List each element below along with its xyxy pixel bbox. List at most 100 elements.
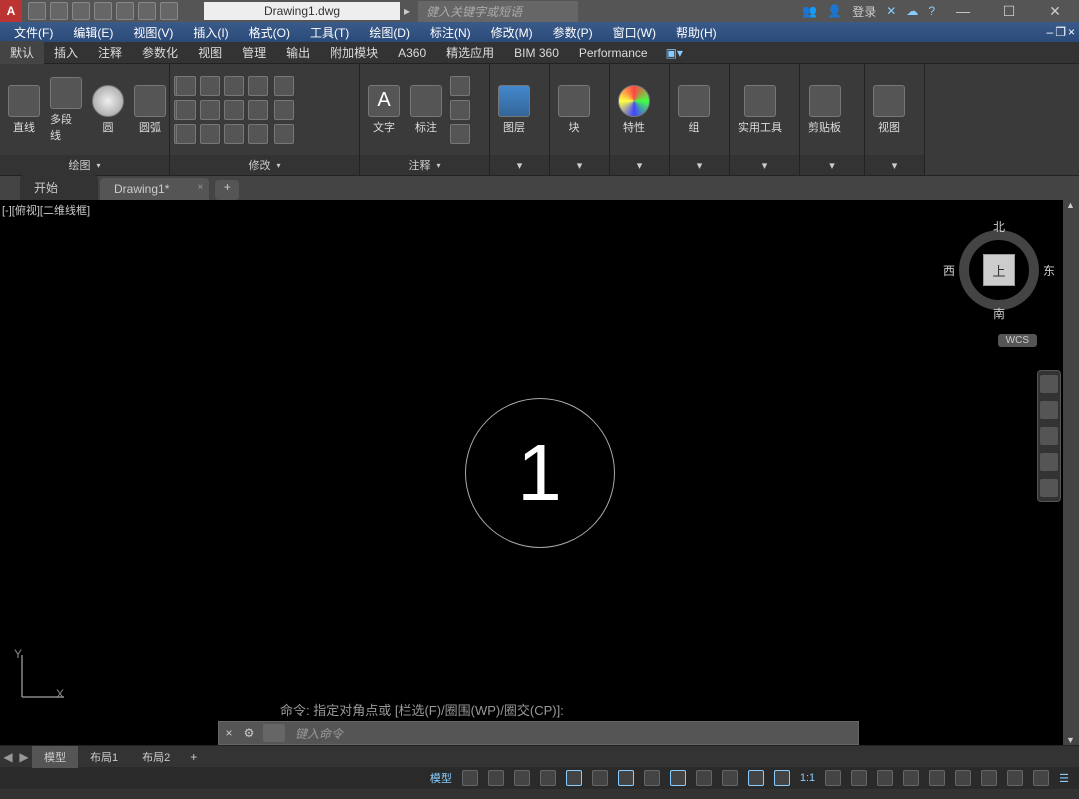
fillet-icon[interactable] — [224, 100, 244, 120]
cmd-handle-icon[interactable]: ⚙ — [239, 726, 259, 740]
group-button[interactable]: 组 — [676, 83, 712, 137]
annoscale-icon[interactable] — [825, 770, 841, 786]
stretch-icon[interactable] — [176, 124, 196, 144]
tpy-icon[interactable] — [722, 770, 738, 786]
modify-small-icon[interactable] — [274, 76, 294, 96]
viewcube-top[interactable]: 上 — [983, 254, 1015, 286]
annot-small-icon[interactable] — [450, 76, 470, 96]
panel-props-title[interactable]: ▾ — [610, 155, 669, 175]
rtab-annotate[interactable]: 注释 — [88, 41, 132, 64]
doc-minimize-icon[interactable]: – — [1047, 25, 1054, 39]
showmotion-icon[interactable] — [1040, 479, 1058, 497]
layer-button[interactable]: 图层 — [496, 83, 532, 137]
orbit-icon[interactable] — [1040, 453, 1058, 471]
steering-wheel-icon[interactable] — [1040, 375, 1058, 393]
saveas-icon[interactable] — [94, 2, 112, 20]
user-icon[interactable]: 👤 — [827, 4, 842, 18]
line-button[interactable]: 直线 — [6, 83, 42, 137]
panel-view-title[interactable]: ▾ — [865, 155, 924, 175]
rtab-insert[interactable]: 插入 — [44, 41, 88, 64]
menu-parametric[interactable]: 参数(P) — [543, 24, 603, 41]
maximize-button[interactable]: ☐ — [991, 0, 1027, 22]
rtab-featured[interactable]: 精选应用 — [436, 41, 504, 64]
search-icon[interactable]: 👥 — [802, 4, 817, 18]
rtab-a360[interactable]: A360 — [388, 43, 436, 63]
menu-insert[interactable]: 插入(I) — [183, 24, 238, 41]
snap-icon[interactable] — [488, 770, 504, 786]
hardware-icon[interactable] — [1007, 770, 1023, 786]
rtab-bim360[interactable]: BIM 360 — [504, 43, 569, 63]
menu-edit[interactable]: 编辑(E) — [63, 24, 123, 41]
arc-button[interactable]: 圆弧 — [132, 83, 168, 137]
ortho-icon[interactable] — [514, 770, 530, 786]
ribbon-collapse-icon[interactable]: ▣▾ — [666, 46, 683, 60]
rtab-addins[interactable]: 附加模块 — [320, 41, 388, 64]
view-button[interactable]: 视图 — [871, 83, 907, 137]
layout-add-button[interactable]: + — [182, 748, 205, 766]
extend-icon[interactable] — [248, 76, 268, 96]
close-button[interactable]: ✕ — [1037, 0, 1073, 22]
cleanscreen-icon[interactable] — [1033, 770, 1049, 786]
tab-drawing1[interactable]: Drawing1*× — [100, 178, 209, 200]
polyline-button[interactable]: 多段线 — [48, 75, 84, 145]
rtab-parametric[interactable]: 参数化 — [132, 41, 188, 64]
copy-icon[interactable] — [176, 100, 196, 120]
print-icon[interactable] — [116, 2, 134, 20]
table-icon[interactable] — [450, 124, 470, 144]
new-icon[interactable] — [28, 2, 46, 20]
utility-button[interactable]: 实用工具 — [736, 83, 784, 137]
view-cube[interactable]: 上 北 南 东 西 — [949, 220, 1049, 320]
status-model[interactable]: 模型 — [426, 768, 456, 788]
clipboard-button[interactable]: 剪贴板 — [806, 83, 843, 137]
rtab-output[interactable]: 输出 — [276, 41, 320, 64]
modify-small-icon[interactable] — [274, 124, 294, 144]
osnap-icon[interactable] — [566, 770, 582, 786]
move-icon[interactable] — [176, 76, 196, 96]
lwt-icon[interactable] — [696, 770, 712, 786]
3dosnap-icon[interactable] — [592, 770, 608, 786]
menu-draw[interactable]: 绘图(D) — [359, 24, 420, 41]
search-input[interactable]: 健入关键字或短语 — [418, 1, 578, 22]
modify-small-icon[interactable] — [274, 100, 294, 120]
tab-start[interactable]: 开始 — [20, 175, 98, 200]
layout-model[interactable]: 模型 — [32, 746, 78, 768]
menu-format[interactable]: 格式(O) — [239, 24, 300, 41]
pan-icon[interactable] — [1040, 401, 1058, 419]
command-line[interactable]: × ⚙ 键入命令 — [218, 721, 859, 745]
help-icon[interactable]: ? — [928, 4, 935, 18]
rtab-view[interactable]: 视图 — [188, 41, 232, 64]
redo-icon[interactable] — [160, 2, 178, 20]
dyn-icon[interactable] — [670, 770, 686, 786]
menu-view[interactable]: 视图(V) — [123, 24, 183, 41]
login-label[interactable]: 登录 — [852, 3, 876, 20]
layout-1[interactable]: 布局1 — [78, 746, 130, 768]
exchange-icon[interactable]: ✕ — [886, 4, 896, 18]
cmd-close-icon[interactable]: × — [219, 726, 239, 740]
tab-add-button[interactable]: + — [215, 180, 239, 200]
annot-small-icon[interactable] — [450, 100, 470, 120]
menu-file[interactable]: 文件(F) — [4, 24, 63, 41]
menu-help[interactable]: 帮助(H) — [666, 24, 727, 41]
mirror-icon[interactable] — [200, 100, 220, 120]
lockui-icon[interactable] — [955, 770, 971, 786]
panel-modify-title[interactable]: 修改 — [170, 155, 359, 175]
tab-close-icon[interactable]: × — [198, 182, 204, 193]
app-menu-button[interactable]: A — [0, 0, 22, 22]
units-icon[interactable] — [903, 770, 919, 786]
polar-icon[interactable] — [540, 770, 556, 786]
circle-button[interactable]: 圆 — [90, 83, 126, 137]
layout-2[interactable]: 布局2 — [130, 746, 182, 768]
isolate-icon[interactable] — [981, 770, 997, 786]
wcs-badge[interactable]: WCS — [998, 334, 1037, 347]
rtab-default[interactable]: 默认 — [0, 41, 44, 64]
viewport-label[interactable]: [-][俯视][二维线框] — [2, 202, 90, 218]
panel-clip-title[interactable]: ▾ — [800, 155, 864, 175]
undo-icon[interactable] — [138, 2, 156, 20]
vertical-scrollbar[interactable] — [1063, 200, 1079, 745]
text-button[interactable]: A文字 — [366, 83, 402, 137]
doc-close-icon[interactable]: × — [1068, 25, 1075, 39]
save-icon[interactable] — [72, 2, 90, 20]
chamfer-icon[interactable] — [248, 100, 268, 120]
panel-annot-title[interactable]: 注释 — [360, 155, 489, 175]
drawing-canvas[interactable]: [-][俯视][二维线框] 上 北 南 东 西 WCS 1 Y X 命令: 指定… — [0, 200, 1079, 745]
